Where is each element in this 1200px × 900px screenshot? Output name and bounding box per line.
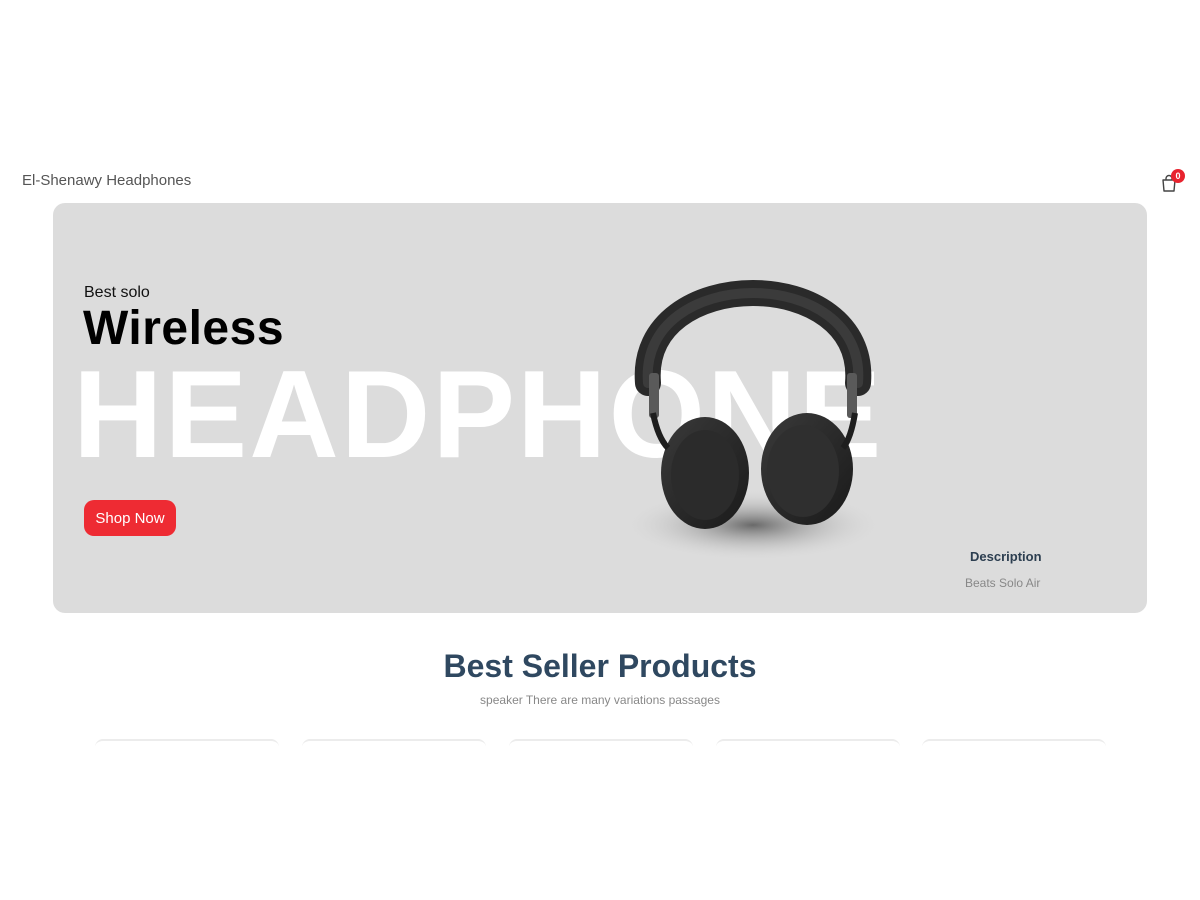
navbar: El-Shenawy Headphones 0: [0, 160, 1200, 202]
hero-title: Wireless: [83, 302, 285, 355]
description-text: Beats Solo Air: [965, 576, 1041, 590]
product-card[interactable]: [922, 739, 1106, 747]
hero-banner: HEADPHONE Best solo Wireless Shop Now De…: [53, 203, 1147, 613]
best-seller-title: Best Seller Products: [443, 648, 757, 684]
cart-count-badge: 0: [1171, 169, 1185, 183]
best-seller-subtitle: speaker There are many variations passag…: [480, 693, 720, 707]
cart-button[interactable]: 0: [1160, 169, 1185, 196]
headphone-image: [623, 280, 883, 561]
product-card[interactable]: [95, 739, 279, 747]
product-card[interactable]: [716, 739, 900, 747]
description-heading: Description: [970, 549, 1042, 564]
product-card-list: [0, 739, 1200, 745]
product-card[interactable]: [509, 739, 693, 747]
brand-logo[interactable]: El-Shenawy Headphones: [22, 172, 191, 189]
product-card[interactable]: [302, 739, 486, 747]
hero-subtitle: Best solo: [84, 284, 150, 301]
shop-now-button[interactable]: Shop Now: [84, 500, 176, 536]
